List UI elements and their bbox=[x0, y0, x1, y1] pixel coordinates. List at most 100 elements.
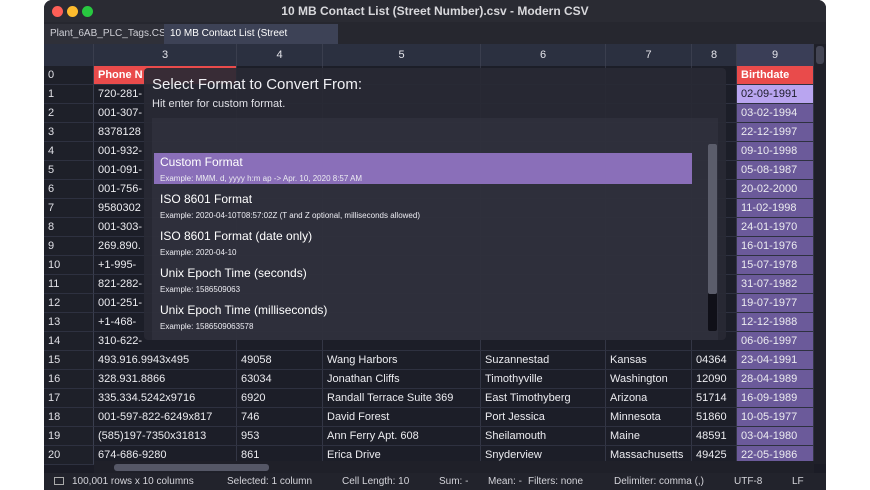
vertical-scroll-thumb[interactable] bbox=[816, 46, 824, 64]
table-cell[interactable]: 10-05-1977 bbox=[737, 408, 814, 427]
table-cell[interactable]: (585)197-7350x31813 bbox=[94, 427, 237, 446]
grid-corner[interactable] bbox=[44, 44, 94, 66]
row-number[interactable]: 14 bbox=[44, 332, 94, 351]
row-number[interactable]: 9 bbox=[44, 237, 94, 256]
table-cell[interactable]: 953 bbox=[237, 427, 323, 446]
column-header[interactable]: 8 bbox=[692, 44, 737, 66]
table-cell[interactable]: 49058 bbox=[237, 351, 323, 370]
option-example: Example: 2020-04-10 bbox=[160, 248, 237, 257]
row-number[interactable]: 5 bbox=[44, 161, 94, 180]
table-cell[interactable]: 51860 bbox=[692, 408, 737, 427]
option-name: Unix Epoch Time (seconds) bbox=[160, 266, 307, 280]
row-number[interactable]: 15 bbox=[44, 351, 94, 370]
column-header[interactable]: 6 bbox=[481, 44, 606, 66]
table-cell[interactable]: 28-04-1989 bbox=[737, 370, 814, 389]
table-cell[interactable]: 6920 bbox=[237, 389, 323, 408]
table-cell[interactable]: Jonathan Cliffs bbox=[323, 370, 481, 389]
table-cell[interactable]: 328.931.8866 bbox=[94, 370, 237, 389]
table-cell[interactable]: 11-02-1998 bbox=[737, 199, 814, 218]
table-cell[interactable]: East Timothyberg bbox=[481, 389, 606, 408]
column-header[interactable]: 7 bbox=[606, 44, 692, 66]
row-number[interactable]: 16 bbox=[44, 370, 94, 389]
table-cell[interactable]: 16-01-1976 bbox=[737, 237, 814, 256]
row-number[interactable]: 11 bbox=[44, 275, 94, 294]
table-cell[interactable]: 746 bbox=[237, 408, 323, 427]
row-number[interactable]: 6 bbox=[44, 180, 94, 199]
status-sum: Sum: - bbox=[439, 476, 469, 487]
row-number[interactable]: 20 bbox=[44, 446, 94, 465]
dialog-scroll-thumb[interactable] bbox=[708, 144, 717, 294]
row-number[interactable]: 12 bbox=[44, 294, 94, 313]
table-cell[interactable]: 09-10-1998 bbox=[737, 142, 814, 161]
table-cell[interactable]: 19-07-1977 bbox=[737, 294, 814, 313]
row-number[interactable]: 3 bbox=[44, 123, 94, 142]
table-cell[interactable]: Wang Harbors bbox=[323, 351, 481, 370]
table-cell[interactable]: 23-04-1991 bbox=[737, 351, 814, 370]
table-cell[interactable]: Birthdate bbox=[737, 66, 814, 85]
table-cell[interactable]: Port Jessica bbox=[481, 408, 606, 427]
table-cell[interactable]: 48591 bbox=[692, 427, 737, 446]
table-cell[interactable]: Ann Ferry Apt. 608 bbox=[323, 427, 481, 446]
table-cell[interactable]: 31-07-1982 bbox=[737, 275, 814, 294]
row-number[interactable]: 7 bbox=[44, 199, 94, 218]
option-iso-8601[interactable]: ISO 8601 Format Example: 2020-04-10T08:5… bbox=[154, 190, 692, 221]
table-cell[interactable]: 03-02-1994 bbox=[737, 104, 814, 123]
table-cell[interactable]: Minnesota bbox=[606, 408, 692, 427]
row-number[interactable]: 4 bbox=[44, 142, 94, 161]
table-cell[interactable]: Washington bbox=[606, 370, 692, 389]
table-cell[interactable]: 05-08-1987 bbox=[737, 161, 814, 180]
table-cell[interactable]: 15-07-1978 bbox=[737, 256, 814, 275]
row-number[interactable]: 0 bbox=[44, 66, 94, 85]
row-number[interactable]: 2 bbox=[44, 104, 94, 123]
row-number[interactable]: 13 bbox=[44, 313, 94, 332]
table-cell[interactable]: Timothyville bbox=[481, 370, 606, 389]
table-cell[interactable]: 16-09-1989 bbox=[737, 389, 814, 408]
table-cell[interactable]: Suzannestad bbox=[481, 351, 606, 370]
row-number[interactable]: 17 bbox=[44, 389, 94, 408]
column-header[interactable]: 3 bbox=[94, 44, 237, 66]
column-header[interactable]: 5 bbox=[323, 44, 481, 66]
table-cell[interactable]: 12-12-1988 bbox=[737, 313, 814, 332]
table-cell[interactable]: Maine bbox=[606, 427, 692, 446]
row-number[interactable]: 1 bbox=[44, 85, 94, 104]
zoom-window-button[interactable] bbox=[82, 6, 93, 17]
dialog-scrollbar[interactable] bbox=[708, 144, 717, 331]
row-number[interactable]: 8 bbox=[44, 218, 94, 237]
column-header[interactable]: 9 bbox=[737, 44, 814, 66]
table-cell[interactable]: 03-04-1980 bbox=[737, 427, 814, 446]
row-number[interactable]: 18 bbox=[44, 408, 94, 427]
row-number[interactable]: 19 bbox=[44, 427, 94, 446]
table-cell[interactable]: 51714 bbox=[692, 389, 737, 408]
table-cell[interactable]: 22-12-1997 bbox=[737, 123, 814, 142]
table-cell[interactable]: 04364 bbox=[692, 351, 737, 370]
close-window-button[interactable] bbox=[52, 6, 63, 17]
horizontal-scroll-thumb[interactable] bbox=[114, 464, 269, 471]
table-cell[interactable]: Randall Terrace Suite 369 bbox=[323, 389, 481, 408]
table-cell[interactable]: 06-06-1997 bbox=[737, 332, 814, 351]
option-iso-8601-date-only[interactable]: ISO 8601 Format (date only) Example: 202… bbox=[154, 227, 692, 258]
option-custom-format[interactable]: Custom Format Example: MMM. d, yyyy h:m … bbox=[154, 153, 692, 184]
row-number[interactable]: 10 bbox=[44, 256, 94, 275]
table-cell[interactable]: Sheilamouth bbox=[481, 427, 606, 446]
table-cell[interactable]: 001-597-822-6249x817 bbox=[94, 408, 237, 427]
horizontal-scrollbar[interactable] bbox=[94, 461, 814, 473]
option-unix-milliseconds[interactable]: Unix Epoch Time (milliseconds) Example: … bbox=[154, 301, 692, 332]
table-cell[interactable]: 24-01-1970 bbox=[737, 218, 814, 237]
tab-plant-tags[interactable]: Plant_6AB_PLC_Tags.CSV bbox=[44, 24, 172, 44]
option-unix-seconds[interactable]: Unix Epoch Time (seconds) Example: 15865… bbox=[154, 264, 692, 295]
sidebar-toggle-icon[interactable] bbox=[54, 477, 64, 485]
status-bar: 100,001 rows x 10 columns Selected: 1 co… bbox=[44, 473, 826, 490]
table-cell[interactable]: 335.334.5242x9716 bbox=[94, 389, 237, 408]
table-cell[interactable]: David Forest bbox=[323, 408, 481, 427]
table-cell[interactable]: 02-09-1991 bbox=[737, 85, 814, 104]
table-cell[interactable]: 63034 bbox=[237, 370, 323, 389]
table-cell[interactable]: Arizona bbox=[606, 389, 692, 408]
vertical-scrollbar[interactable] bbox=[814, 44, 826, 464]
table-cell[interactable]: 493.916.9943x495 bbox=[94, 351, 237, 370]
tab-contact-list[interactable]: 10 MB Contact List (Street Number).csv× bbox=[164, 24, 338, 59]
minimize-window-button[interactable] bbox=[67, 6, 78, 17]
table-cell[interactable]: 12090 bbox=[692, 370, 737, 389]
table-cell[interactable]: Kansas bbox=[606, 351, 692, 370]
column-header[interactable]: 4 bbox=[237, 44, 323, 66]
table-cell[interactable]: 20-02-2000 bbox=[737, 180, 814, 199]
